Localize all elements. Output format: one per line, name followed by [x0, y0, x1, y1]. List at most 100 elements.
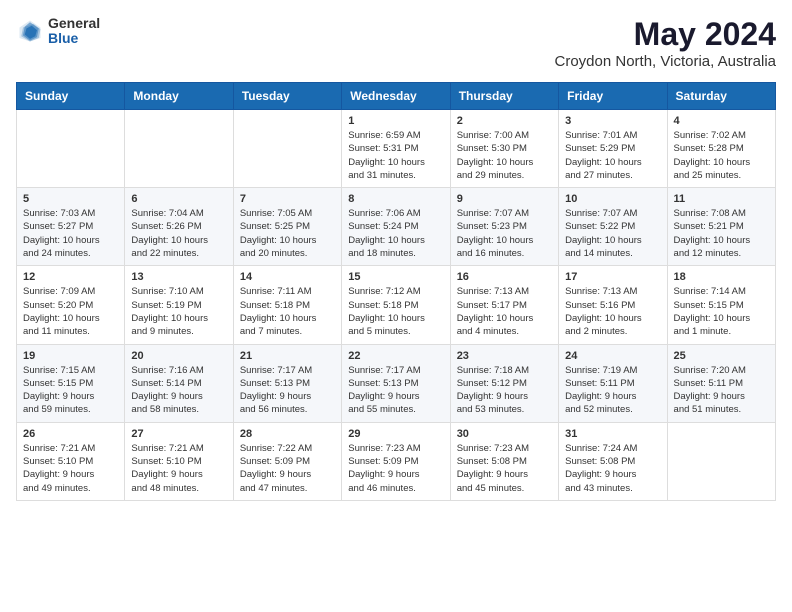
title-section: May 2024 Croydon North, Victoria, Austra…	[555, 16, 777, 70]
day-info: Sunrise: 7:20 AMSunset: 5:11 PMDaylight:…	[674, 364, 769, 417]
calendar-cell: 21 Sunrise: 7:17 AMSunset: 5:13 PMDayligh…	[233, 344, 341, 422]
day-number: 31	[565, 428, 660, 440]
calendar-cell: 10 Sunrise: 7:07 AMSunset: 5:22 PMDayligh…	[559, 188, 667, 266]
day-info: Sunrise: 6:59 AMSunset: 5:31 PMDaylight:…	[348, 129, 443, 182]
day-number: 6	[131, 193, 226, 205]
calendar-cell: 4 Sunrise: 7:02 AMSunset: 5:28 PMDaylight…	[667, 110, 775, 188]
day-number: 29	[348, 428, 443, 440]
page-title: May 2024	[555, 16, 777, 53]
day-info: Sunrise: 7:02 AMSunset: 5:28 PMDaylight:…	[674, 129, 769, 182]
calendar-week-row: 12 Sunrise: 7:09 AMSunset: 5:20 PMDayligh…	[17, 266, 776, 344]
calendar-cell	[667, 422, 775, 500]
day-number: 12	[23, 271, 118, 283]
day-info: Sunrise: 7:17 AMSunset: 5:13 PMDaylight:…	[240, 364, 335, 417]
day-number: 17	[565, 271, 660, 283]
day-number: 4	[674, 115, 769, 127]
calendar-cell: 14 Sunrise: 7:11 AMSunset: 5:18 PMDayligh…	[233, 266, 341, 344]
day-number: 3	[565, 115, 660, 127]
calendar-cell: 11 Sunrise: 7:08 AMSunset: 5:21 PMDayligh…	[667, 188, 775, 266]
calendar-cell: 7 Sunrise: 7:05 AMSunset: 5:25 PMDaylight…	[233, 188, 341, 266]
day-info: Sunrise: 7:08 AMSunset: 5:21 PMDaylight:…	[674, 207, 769, 260]
day-number: 2	[457, 115, 552, 127]
day-number: 19	[23, 350, 118, 362]
calendar-cell: 28 Sunrise: 7:22 AMSunset: 5:09 PMDayligh…	[233, 422, 341, 500]
day-info: Sunrise: 7:06 AMSunset: 5:24 PMDaylight:…	[348, 207, 443, 260]
calendar-cell: 29 Sunrise: 7:23 AMSunset: 5:09 PMDayligh…	[342, 422, 450, 500]
day-number: 14	[240, 271, 335, 283]
day-number: 8	[348, 193, 443, 205]
calendar-cell: 12 Sunrise: 7:09 AMSunset: 5:20 PMDayligh…	[17, 266, 125, 344]
calendar-cell: 5Sunrise: 7:03 AMSunset: 5:27 PMDaylight…	[17, 188, 125, 266]
day-info: Sunrise: 7:01 AMSunset: 5:29 PMDaylight:…	[565, 129, 660, 182]
day-info: Sunrise: 7:21 AMSunset: 5:10 PMDaylight:…	[131, 442, 226, 495]
calendar-cell: 19Sunrise: 7:15 AMSunset: 5:15 PMDayligh…	[17, 344, 125, 422]
day-number: 13	[131, 271, 226, 283]
day-info: Sunrise: 7:13 AMSunset: 5:17 PMDaylight:…	[457, 285, 552, 338]
logo: General Blue	[16, 16, 100, 47]
weekday-header: Tuesday	[233, 83, 341, 110]
day-number: 22	[348, 350, 443, 362]
day-info: Sunrise: 7:23 AMSunset: 5:09 PMDaylight:…	[348, 442, 443, 495]
day-info: Sunrise: 7:04 AMSunset: 5:26 PMDaylight:…	[131, 207, 226, 260]
day-number: 15	[348, 271, 443, 283]
calendar-cell: 16 Sunrise: 7:13 AMSunset: 5:17 PMDayligh…	[450, 266, 558, 344]
calendar-cell: 6 Sunrise: 7:04 AMSunset: 5:26 PMDaylight…	[125, 188, 233, 266]
weekday-header: Friday	[559, 83, 667, 110]
calendar-cell: 20 Sunrise: 7:16 AMSunset: 5:14 PMDayligh…	[125, 344, 233, 422]
day-number: 24	[565, 350, 660, 362]
calendar-week-row: 19Sunrise: 7:15 AMSunset: 5:15 PMDayligh…	[17, 344, 776, 422]
logo-blue: Blue	[48, 31, 100, 46]
day-info: Sunrise: 7:17 AMSunset: 5:13 PMDaylight:…	[348, 364, 443, 417]
calendar-cell: 31 Sunrise: 7:24 AMSunset: 5:08 PMDayligh…	[559, 422, 667, 500]
calendar-week-row: 1Sunrise: 6:59 AMSunset: 5:31 PMDaylight…	[17, 110, 776, 188]
day-info: Sunrise: 7:09 AMSunset: 5:20 PMDaylight:…	[23, 285, 118, 338]
day-info: Sunrise: 7:10 AMSunset: 5:19 PMDaylight:…	[131, 285, 226, 338]
day-info: Sunrise: 7:00 AMSunset: 5:30 PMDaylight:…	[457, 129, 552, 182]
page-subtitle: Croydon North, Victoria, Australia	[555, 53, 777, 70]
calendar-cell: 23 Sunrise: 7:18 AMSunset: 5:12 PMDayligh…	[450, 344, 558, 422]
day-info: Sunrise: 7:21 AMSunset: 5:10 PMDaylight:…	[23, 442, 118, 495]
calendar-cell: 24 Sunrise: 7:19 AMSunset: 5:11 PMDayligh…	[559, 344, 667, 422]
day-number: 21	[240, 350, 335, 362]
logo-text: General Blue	[48, 16, 100, 47]
day-info: Sunrise: 7:24 AMSunset: 5:08 PMDaylight:…	[565, 442, 660, 495]
day-number: 10	[565, 193, 660, 205]
calendar-table: SundayMondayTuesdayWednesdayThursdayFrid…	[16, 82, 776, 501]
day-number: 28	[240, 428, 335, 440]
calendar-week-row: 5Sunrise: 7:03 AMSunset: 5:27 PMDaylight…	[17, 188, 776, 266]
day-info: Sunrise: 7:16 AMSunset: 5:14 PMDaylight:…	[131, 364, 226, 417]
day-info: Sunrise: 7:07 AMSunset: 5:23 PMDaylight:…	[457, 207, 552, 260]
calendar-cell: 3 Sunrise: 7:01 AMSunset: 5:29 PMDaylight…	[559, 110, 667, 188]
day-info: Sunrise: 7:19 AMSunset: 5:11 PMDaylight:…	[565, 364, 660, 417]
calendar-cell: 9Sunrise: 7:07 AMSunset: 5:23 PMDaylight…	[450, 188, 558, 266]
day-info: Sunrise: 7:07 AMSunset: 5:22 PMDaylight:…	[565, 207, 660, 260]
calendar-cell	[233, 110, 341, 188]
calendar-cell: 13 Sunrise: 7:10 AMSunset: 5:19 PMDayligh…	[125, 266, 233, 344]
calendar-cell: 25Sunrise: 7:20 AMSunset: 5:11 PMDayligh…	[667, 344, 775, 422]
day-number: 20	[131, 350, 226, 362]
calendar-header-row: SundayMondayTuesdayWednesdayThursdayFrid…	[17, 83, 776, 110]
logo-icon	[16, 17, 44, 45]
day-info: Sunrise: 7:05 AMSunset: 5:25 PMDaylight:…	[240, 207, 335, 260]
day-number: 7	[240, 193, 335, 205]
day-number: 11	[674, 193, 769, 205]
day-number: 16	[457, 271, 552, 283]
day-number: 18	[674, 271, 769, 283]
day-info: Sunrise: 7:22 AMSunset: 5:09 PMDaylight:…	[240, 442, 335, 495]
day-info: Sunrise: 7:23 AMSunset: 5:08 PMDaylight:…	[457, 442, 552, 495]
day-number: 27	[131, 428, 226, 440]
day-number: 26	[23, 428, 118, 440]
calendar-cell: 8 Sunrise: 7:06 AMSunset: 5:24 PMDaylight…	[342, 188, 450, 266]
day-number: 30	[457, 428, 552, 440]
page-header: General Blue May 2024 Croydon North, Vic…	[16, 16, 776, 70]
day-number: 23	[457, 350, 552, 362]
calendar-cell: 17 Sunrise: 7:13 AMSunset: 5:16 PMDayligh…	[559, 266, 667, 344]
calendar-cell: 15Sunrise: 7:12 AMSunset: 5:18 PMDayligh…	[342, 266, 450, 344]
day-info: Sunrise: 7:13 AMSunset: 5:16 PMDaylight:…	[565, 285, 660, 338]
calendar-week-row: 26 Sunrise: 7:21 AMSunset: 5:10 PMDayligh…	[17, 422, 776, 500]
day-info: Sunrise: 7:18 AMSunset: 5:12 PMDaylight:…	[457, 364, 552, 417]
weekday-header: Sunday	[17, 83, 125, 110]
day-info: Sunrise: 7:11 AMSunset: 5:18 PMDaylight:…	[240, 285, 335, 338]
calendar-cell: 18Sunrise: 7:14 AMSunset: 5:15 PMDayligh…	[667, 266, 775, 344]
weekday-header: Saturday	[667, 83, 775, 110]
